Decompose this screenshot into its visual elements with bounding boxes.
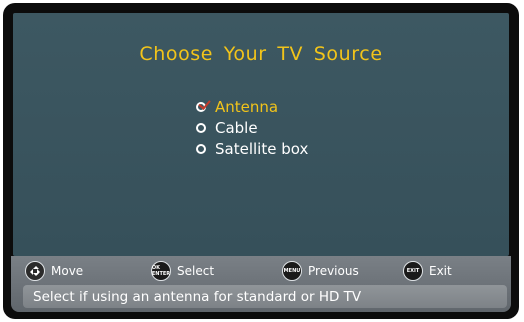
option-label: Cable	[215, 118, 258, 137]
legend-label: Select	[177, 264, 215, 278]
checkmark-icon	[198, 96, 211, 110]
legend-select: OK ENTER Select	[151, 260, 214, 282]
option-label: Antenna	[215, 97, 279, 116]
radio-icon	[196, 143, 206, 154]
tv-frame: Choose Your TV Source Antenna Cable Sate…	[3, 3, 519, 319]
radio-checked-icon	[196, 96, 211, 112]
page-title: Choose Your TV Source	[139, 43, 383, 65]
status-help-text: Select if using an antenna for standard …	[23, 285, 507, 308]
help-footer: Move OK ENTER Select MENU Previous EXIT …	[11, 256, 511, 312]
legend-label: Move	[51, 264, 84, 278]
menu-screen: Choose Your TV Source Antenna Cable Sate…	[13, 13, 509, 256]
option-label: Satellite box	[215, 139, 309, 158]
option-satellite-box[interactable]: Satellite box	[196, 138, 308, 159]
menu-button-icon: MENU	[282, 261, 302, 281]
legend-move: Move	[25, 260, 83, 282]
legend-exit: EXIT Exit	[403, 260, 452, 282]
source-options: Antenna Cable Satellite box	[196, 96, 308, 159]
option-antenna[interactable]: Antenna	[196, 96, 308, 117]
legend-label: Previous	[308, 264, 359, 278]
radio-icon	[196, 122, 206, 133]
option-cable[interactable]: Cable	[196, 117, 308, 138]
exit-button-icon: EXIT	[403, 261, 423, 281]
ok-enter-button-icon: OK ENTER	[151, 261, 171, 281]
dpad-icon	[25, 261, 45, 281]
legend-label: Exit	[429, 264, 452, 278]
button-legend: Move OK ENTER Select MENU Previous EXIT …	[11, 260, 511, 282]
legend-previous: MENU Previous	[282, 260, 359, 282]
